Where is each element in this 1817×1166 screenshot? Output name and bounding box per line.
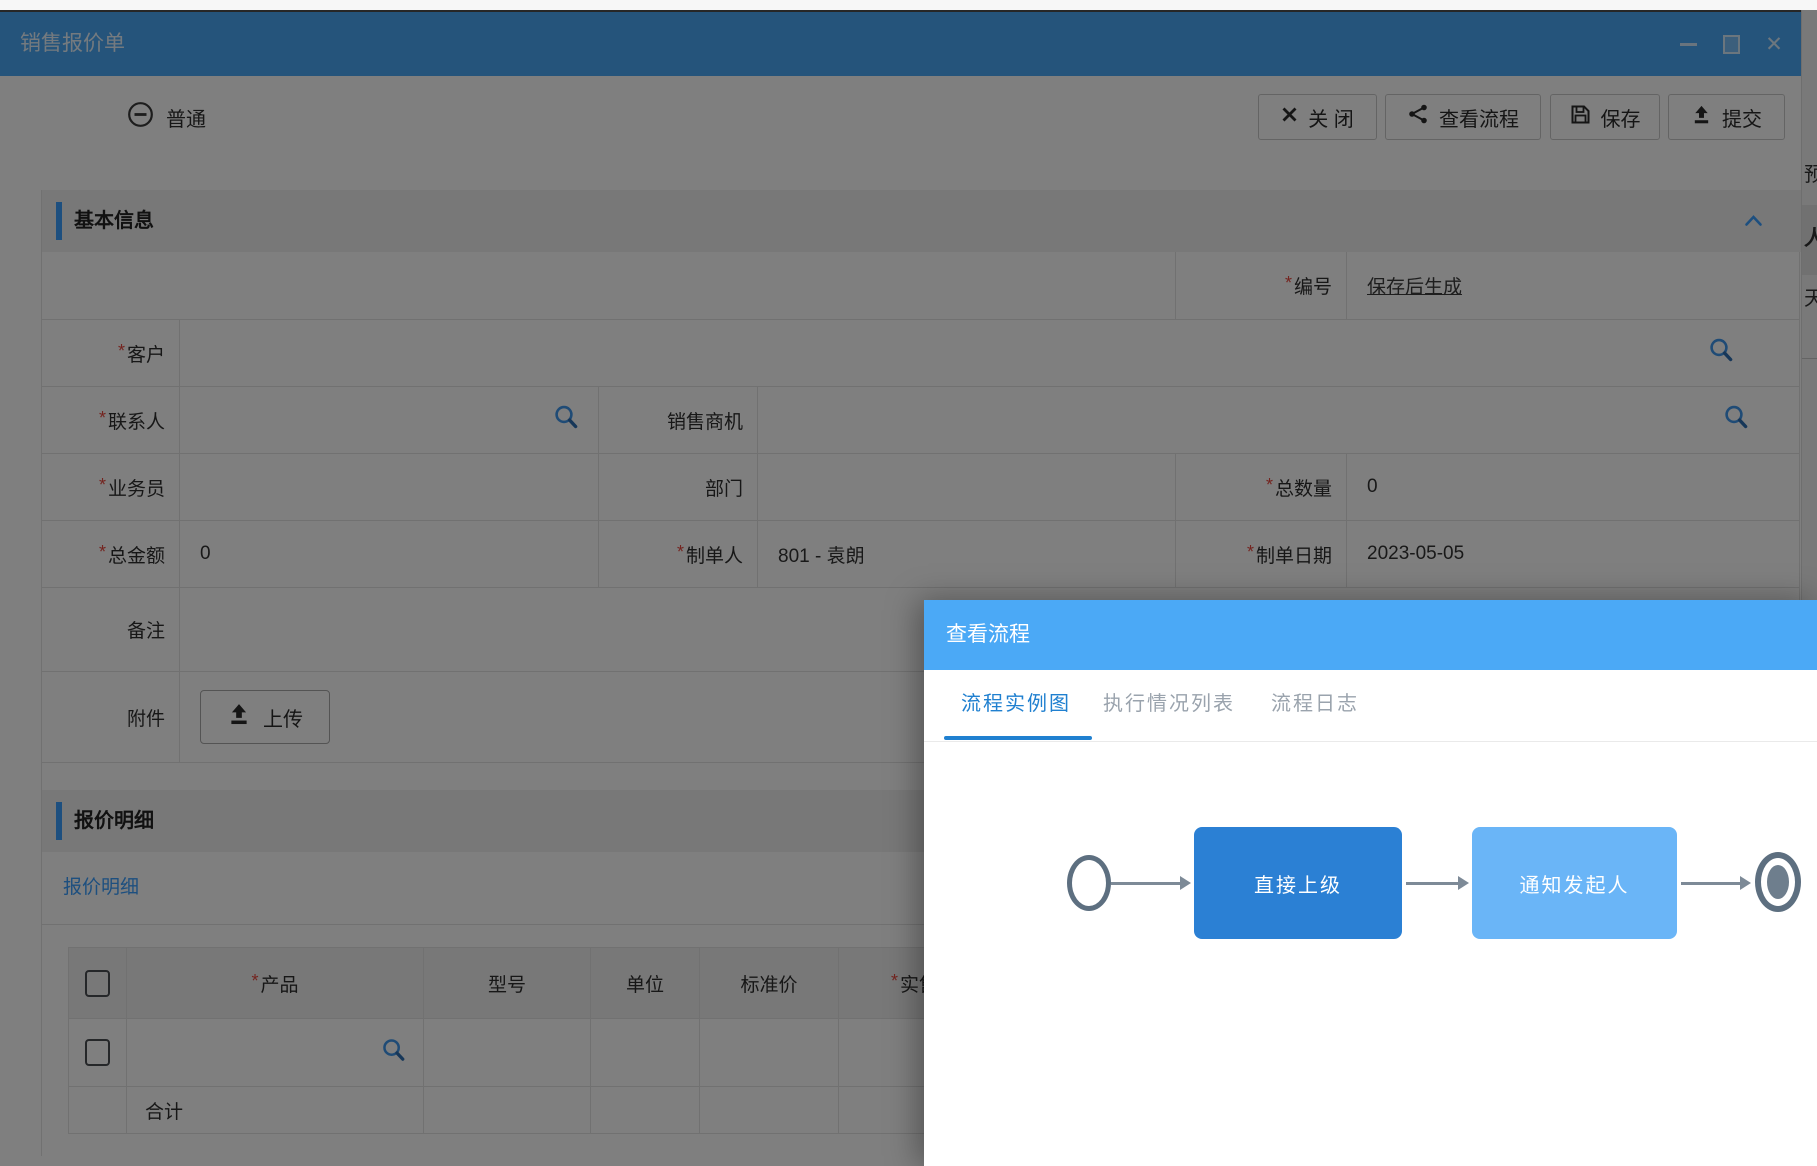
flow-arrow [1406, 882, 1459, 885]
flow-end-dot [1767, 865, 1789, 899]
tab-flow-instance[interactable]: 流程实例图 [961, 670, 1071, 738]
flow-node-direct-superior: 直接上级 [1194, 827, 1402, 939]
flow-node-notify-initiator: 通知发起人 [1472, 827, 1677, 939]
flow-arrow [1681, 882, 1741, 885]
flow-end-node [1755, 852, 1801, 912]
flow-start-node [1067, 855, 1111, 911]
modal-title: 查看流程 [946, 600, 1030, 670]
tab-execution-list[interactable]: 执行情况列表 [1103, 670, 1235, 738]
page-top-strip [0, 0, 1817, 10]
modal-header: 查看流程 [924, 600, 1817, 670]
active-tab-underline [944, 736, 1092, 740]
flow-arrow [1111, 882, 1181, 885]
modal-tab-bar: 流程实例图 执行情况列表 流程日志 [924, 670, 1817, 742]
view-flow-modal: 查看流程 流程实例图 执行情况列表 流程日志 直接上级 通知发起人 [924, 600, 1817, 1166]
tab-flow-log[interactable]: 流程日志 [1271, 670, 1359, 738]
